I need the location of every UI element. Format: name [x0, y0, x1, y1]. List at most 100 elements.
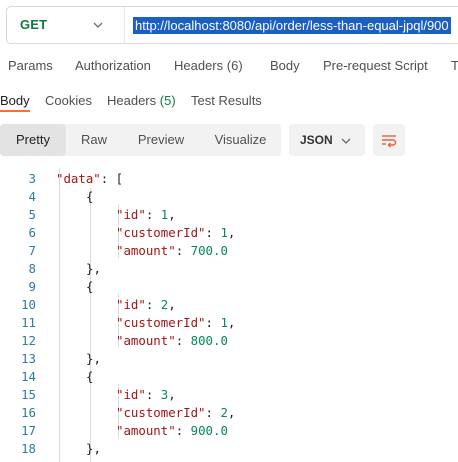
code-line: 7 "amount": 700.0 [0, 242, 458, 260]
wrap-lines-button[interactable] [373, 124, 405, 156]
code-line: 8}, [0, 260, 458, 278]
response-tab-test-results[interactable]: Test Results [191, 93, 262, 108]
code-text: }, [86, 260, 101, 278]
url-input[interactable]: http://localhost:8080/api/order/less-tha… [133, 17, 451, 34]
json-punctuation: : [145, 207, 161, 222]
response-body-code: 3 "data": [4{5 "id": 1, 6 "customerId": 1, 7 "… [0, 168, 458, 462]
line-number: 10 [21, 297, 36, 312]
json-key: "amount" [116, 243, 176, 258]
response-tab-headers[interactable]: Headers (5) [107, 93, 176, 108]
code-line: 11 "customerId": 1, [0, 314, 458, 332]
code-text: { [86, 188, 93, 206]
tab-body[interactable]: Body [270, 58, 300, 73]
json-punctuation: : [175, 333, 191, 348]
view-pretty-button[interactable]: Pretty [0, 124, 66, 156]
code-text: "amount": 700.0 [116, 242, 228, 260]
json-punctuation: }, [86, 261, 101, 276]
code-line: 18}, [0, 440, 458, 458]
json-punctuation: }, [86, 351, 101, 366]
json-punctuation: : [145, 297, 161, 312]
response-tabs: Body Cookies Headers (5) Test Results [0, 90, 458, 114]
view-preview-button[interactable]: Preview [122, 124, 200, 156]
code-text: "id": 1, [116, 206, 176, 224]
json-key: "amount" [116, 333, 176, 348]
line-number: 9 [28, 279, 36, 294]
line-number: 4 [28, 189, 36, 204]
code-text: { [86, 368, 93, 386]
line-number: 18 [21, 441, 36, 456]
line-number: 15 [21, 387, 36, 402]
code-text: "customerId": 1, [116, 314, 235, 332]
code-text: }, [86, 440, 101, 458]
code-line: 16 "customerId": 2, [0, 404, 458, 422]
code-text: "amount": 900.0 [116, 422, 228, 440]
code-text: { [86, 278, 93, 296]
code-line: 5 "id": 1, [0, 206, 458, 224]
tab-pre-request-script[interactable]: Pre-request Script [323, 58, 428, 73]
json-number: 700.0 [190, 243, 228, 258]
json-punctuation: { [86, 369, 94, 384]
json-punctuation: , [227, 315, 236, 330]
code-line: 3 "data": [ [0, 170, 458, 188]
line-number: 8 [28, 261, 36, 276]
tab-headers[interactable]: Headers (6) [174, 58, 243, 73]
json-punctuation: : [175, 423, 191, 438]
tab-params[interactable]: Params [8, 58, 53, 73]
view-mode-group: Pretty Raw Preview Visualize [0, 124, 281, 156]
json-key: "customerId" [116, 225, 206, 240]
tab-authorization[interactable]: Authorization [75, 58, 151, 73]
code-line: 15 "id": 3, [0, 386, 458, 404]
code-line: 17 "amount": 900.0 [0, 422, 458, 440]
json-punctuation: : [205, 225, 221, 240]
json-number: 2 [220, 405, 228, 420]
json-punctuation: : [145, 387, 161, 402]
code-text: "customerId": 1, [116, 224, 235, 242]
response-tab-body[interactable]: Body [0, 93, 30, 108]
json-number: 800.0 [190, 333, 228, 348]
method-select[interactable]: GET [7, 7, 125, 43]
code-line: 9{ [0, 278, 458, 296]
view-visualize-button[interactable]: Visualize [200, 124, 281, 156]
code-text: "amount": 800.0 [116, 332, 228, 350]
json-punctuation: : [ [100, 171, 124, 186]
format-select[interactable]: JSON [289, 124, 365, 156]
chevron-down-icon [93, 22, 103, 28]
tab-tests[interactable]: T [451, 58, 458, 73]
json-punctuation: { [86, 279, 94, 294]
json-punctuation: }, [86, 441, 101, 456]
request-tabs: Params Authorization Headers (6) Body Pr… [0, 58, 458, 78]
view-raw-button[interactable]: Raw [66, 124, 122, 156]
method-label: GET [20, 17, 48, 32]
active-tab-underline [0, 110, 30, 112]
json-key: "amount" [116, 423, 176, 438]
code-text: "id": 2, [116, 296, 176, 314]
line-number: 11 [21, 315, 36, 330]
url-bar: GET http://localhost:8080/api/order/less… [6, 6, 458, 44]
code-line: 12 "amount": 800.0 [0, 332, 458, 350]
json-number: 1 [220, 315, 228, 330]
code-line: 6 "customerId": 1, [0, 224, 458, 242]
json-punctuation: : [175, 243, 191, 258]
json-key: "data" [56, 171, 101, 186]
json-number: 1 [220, 225, 228, 240]
line-number: 7 [28, 243, 36, 258]
line-number: 14 [21, 369, 36, 384]
code-text: "data": [ [56, 170, 123, 188]
json-key: "id" [116, 387, 146, 402]
format-label: JSON [300, 133, 333, 147]
code-line: 14 { [0, 368, 458, 386]
line-number: 5 [28, 207, 36, 222]
json-key: "customerId" [116, 315, 206, 330]
json-punctuation: , [168, 207, 176, 222]
wrap-lines-icon [382, 135, 397, 148]
line-number: 12 [21, 333, 36, 348]
json-punctuation: : [205, 405, 221, 420]
code-line: 4{ [0, 188, 458, 206]
json-punctuation: , [168, 387, 176, 402]
response-tab-cookies[interactable]: Cookies [45, 93, 92, 108]
code-text: }, [86, 350, 101, 368]
json-punctuation: , [227, 405, 236, 420]
json-punctuation: { [86, 189, 94, 204]
json-punctuation: : [205, 315, 221, 330]
code-line: 10 "id": 2, [0, 296, 458, 314]
